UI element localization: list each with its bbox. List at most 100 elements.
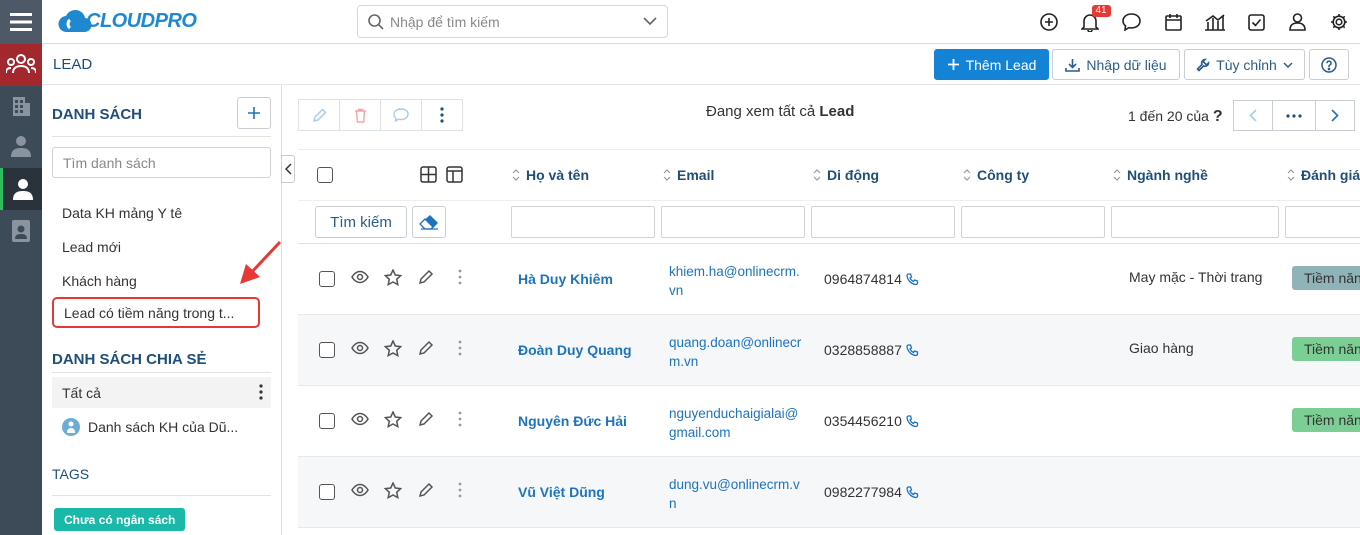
chat-icon[interactable] bbox=[1111, 0, 1153, 44]
add-circle-icon[interactable] bbox=[1028, 0, 1070, 44]
page-jump-button[interactable] bbox=[1272, 100, 1316, 131]
table-row[interactable]: Vũ Việt Dũng dung.vu@onlinecrm.vn 098227… bbox=[298, 457, 1360, 528]
list-item-lead-tiem-nang[interactable]: Lead có tiềm năng trong t... bbox=[52, 297, 260, 328]
table-row[interactable]: Nguyên Đức Hải nguyenduchaigialai@gmail.… bbox=[298, 386, 1360, 457]
star-icon[interactable] bbox=[384, 411, 402, 428]
lead-name-link[interactable]: Vũ Việt Dũng bbox=[518, 484, 605, 500]
more-actions-button[interactable] bbox=[421, 99, 463, 131]
contact-icon[interactable] bbox=[0, 126, 42, 166]
filter-name-input[interactable] bbox=[511, 206, 655, 238]
pencil-icon[interactable] bbox=[418, 340, 434, 356]
lead-email-link[interactable]: nguyenduchaigialai@gmail.com bbox=[669, 404, 803, 442]
lead-name-link[interactable]: Nguyên Đức Hải bbox=[518, 413, 627, 429]
lead-industry: May mặc - Thời trang bbox=[1129, 269, 1263, 285]
find-button[interactable]: Tìm kiếm bbox=[315, 206, 407, 238]
menu-icon[interactable] bbox=[0, 0, 42, 44]
kebab-menu-icon[interactable] bbox=[259, 384, 263, 400]
paging-total-unknown[interactable]: ? bbox=[1213, 108, 1223, 125]
tag-chip[interactable]: Chưa có ngân sách bbox=[54, 508, 186, 531]
column-header-industry[interactable]: Ngành nghề bbox=[1113, 150, 1208, 200]
column-header-company[interactable]: Công ty bbox=[963, 150, 1029, 200]
list-search-input[interactable] bbox=[52, 147, 271, 178]
profile-icon[interactable] bbox=[1277, 0, 1319, 44]
column-header-name[interactable]: Họ và tên bbox=[512, 150, 589, 200]
lead-rating-badge: Tiềm năng bbox=[1292, 337, 1360, 361]
customize-button[interactable]: Tùy chỉnh bbox=[1184, 49, 1305, 80]
leads-module-icon[interactable] bbox=[0, 44, 42, 86]
global-search[interactable]: Nhập để tìm kiếm bbox=[357, 5, 668, 38]
notification-bell-icon[interactable]: 41 bbox=[1070, 0, 1112, 44]
row-checkbox[interactable] bbox=[319, 413, 335, 429]
select-all-checkbox[interactable] bbox=[317, 167, 333, 183]
kebab-menu-icon[interactable] bbox=[458, 340, 462, 356]
pencil-icon[interactable] bbox=[418, 411, 434, 427]
eye-icon[interactable] bbox=[351, 270, 369, 284]
lead-name-link[interactable]: Hà Duy Khiêm bbox=[518, 271, 613, 287]
column-header-email[interactable]: Email bbox=[663, 150, 714, 200]
phone-icon[interactable] bbox=[906, 343, 919, 357]
row-checkbox[interactable] bbox=[319, 342, 335, 358]
row-checkbox[interactable] bbox=[319, 271, 335, 287]
module-rail bbox=[0, 0, 42, 535]
list-item-data-kh-y-te[interactable]: Data KH mảng Y tê bbox=[52, 198, 271, 228]
star-icon[interactable] bbox=[384, 482, 402, 499]
star-icon[interactable] bbox=[384, 340, 402, 357]
calendar-icon[interactable] bbox=[1153, 0, 1195, 44]
pencil-icon[interactable] bbox=[418, 482, 434, 498]
phone-icon[interactable] bbox=[906, 414, 919, 428]
lead-email-link[interactable]: khiem.ha@onlinecrm.vn bbox=[669, 262, 803, 300]
lead-phone-number: 0964874814 bbox=[824, 271, 902, 287]
kebab-menu-icon[interactable] bbox=[458, 411, 462, 427]
notification-badge: 41 bbox=[1091, 5, 1111, 17]
add-lead-button[interactable]: Thêm Lead bbox=[934, 49, 1049, 80]
table-row[interactable]: Hà Duy Khiêm khiem.ha@onlinecrm.vn 09648… bbox=[298, 244, 1360, 315]
lead-email-link[interactable]: quang.doan@onlinecrm.vn bbox=[669, 333, 803, 371]
logo[interactable]: CLOUDPRO bbox=[58, 8, 197, 34]
prev-page-button[interactable] bbox=[1233, 100, 1273, 131]
table-row[interactable]: Đoàn Duy Quang quang.doan@onlinecrm.vn 0… bbox=[298, 315, 1360, 386]
filter-rating-input[interactable] bbox=[1285, 206, 1360, 238]
filter-email-input[interactable] bbox=[661, 206, 805, 238]
edit-button[interactable] bbox=[298, 99, 340, 131]
chevron-down-icon[interactable] bbox=[643, 17, 657, 26]
contact-card-icon[interactable] bbox=[0, 211, 42, 251]
kebab-menu-icon[interactable] bbox=[458, 482, 462, 498]
grid-view-icon[interactable] bbox=[420, 166, 437, 183]
column-header-rating[interactable]: Đánh giá bbox=[1287, 150, 1360, 200]
settings-gear-icon[interactable] bbox=[1319, 0, 1360, 44]
row-checkbox[interactable] bbox=[319, 484, 335, 500]
eye-icon[interactable] bbox=[351, 483, 369, 497]
main-content: Đang xem tất cả Lead 1 đến 20 của ? Họ v… bbox=[283, 85, 1360, 535]
help-button[interactable] bbox=[1309, 49, 1349, 80]
next-page-button[interactable] bbox=[1315, 100, 1355, 131]
phone-icon[interactable] bbox=[906, 272, 919, 286]
import-data-button[interactable]: Nhập dữ liệu bbox=[1052, 49, 1180, 80]
comment-button[interactable] bbox=[380, 99, 422, 131]
lead-email-link[interactable]: dung.vu@onlinecrm.vn bbox=[669, 475, 803, 513]
clear-filter-button[interactable] bbox=[412, 206, 446, 238]
report-chart-icon[interactable] bbox=[1194, 0, 1236, 44]
shared-list-all[interactable]: Tất cả bbox=[52, 377, 271, 408]
column-header-mobile[interactable]: Di động bbox=[813, 150, 879, 200]
module-title: LEAD bbox=[53, 56, 93, 73]
phone-icon[interactable] bbox=[906, 485, 919, 499]
lead-name-link[interactable]: Đoàn Duy Quang bbox=[518, 342, 632, 358]
column-layout-icon[interactable] bbox=[446, 166, 463, 183]
eye-icon[interactable] bbox=[351, 412, 369, 426]
user-icon[interactable] bbox=[0, 168, 42, 210]
action-bar bbox=[298, 99, 463, 131]
filter-company-input[interactable] bbox=[961, 206, 1105, 238]
task-checkbox-icon[interactable] bbox=[1236, 0, 1278, 44]
filter-mobile-input[interactable] bbox=[811, 206, 955, 238]
add-list-button[interactable] bbox=[237, 97, 271, 129]
top-bar: CLOUDPRO Nhập để tìm kiếm 41 bbox=[42, 0, 1360, 44]
pencil-icon[interactable] bbox=[418, 269, 434, 285]
kebab-menu-icon[interactable] bbox=[458, 269, 462, 285]
shared-list-item-label: Danh sách KH của Dũ... bbox=[88, 419, 239, 435]
eye-icon[interactable] bbox=[351, 341, 369, 355]
filter-industry-input[interactable] bbox=[1111, 206, 1279, 238]
shared-list-item[interactable]: Danh sách KH của Dũ... bbox=[52, 412, 271, 442]
star-icon[interactable] bbox=[384, 269, 402, 286]
building-icon[interactable] bbox=[0, 86, 42, 126]
delete-button[interactable] bbox=[339, 99, 381, 131]
